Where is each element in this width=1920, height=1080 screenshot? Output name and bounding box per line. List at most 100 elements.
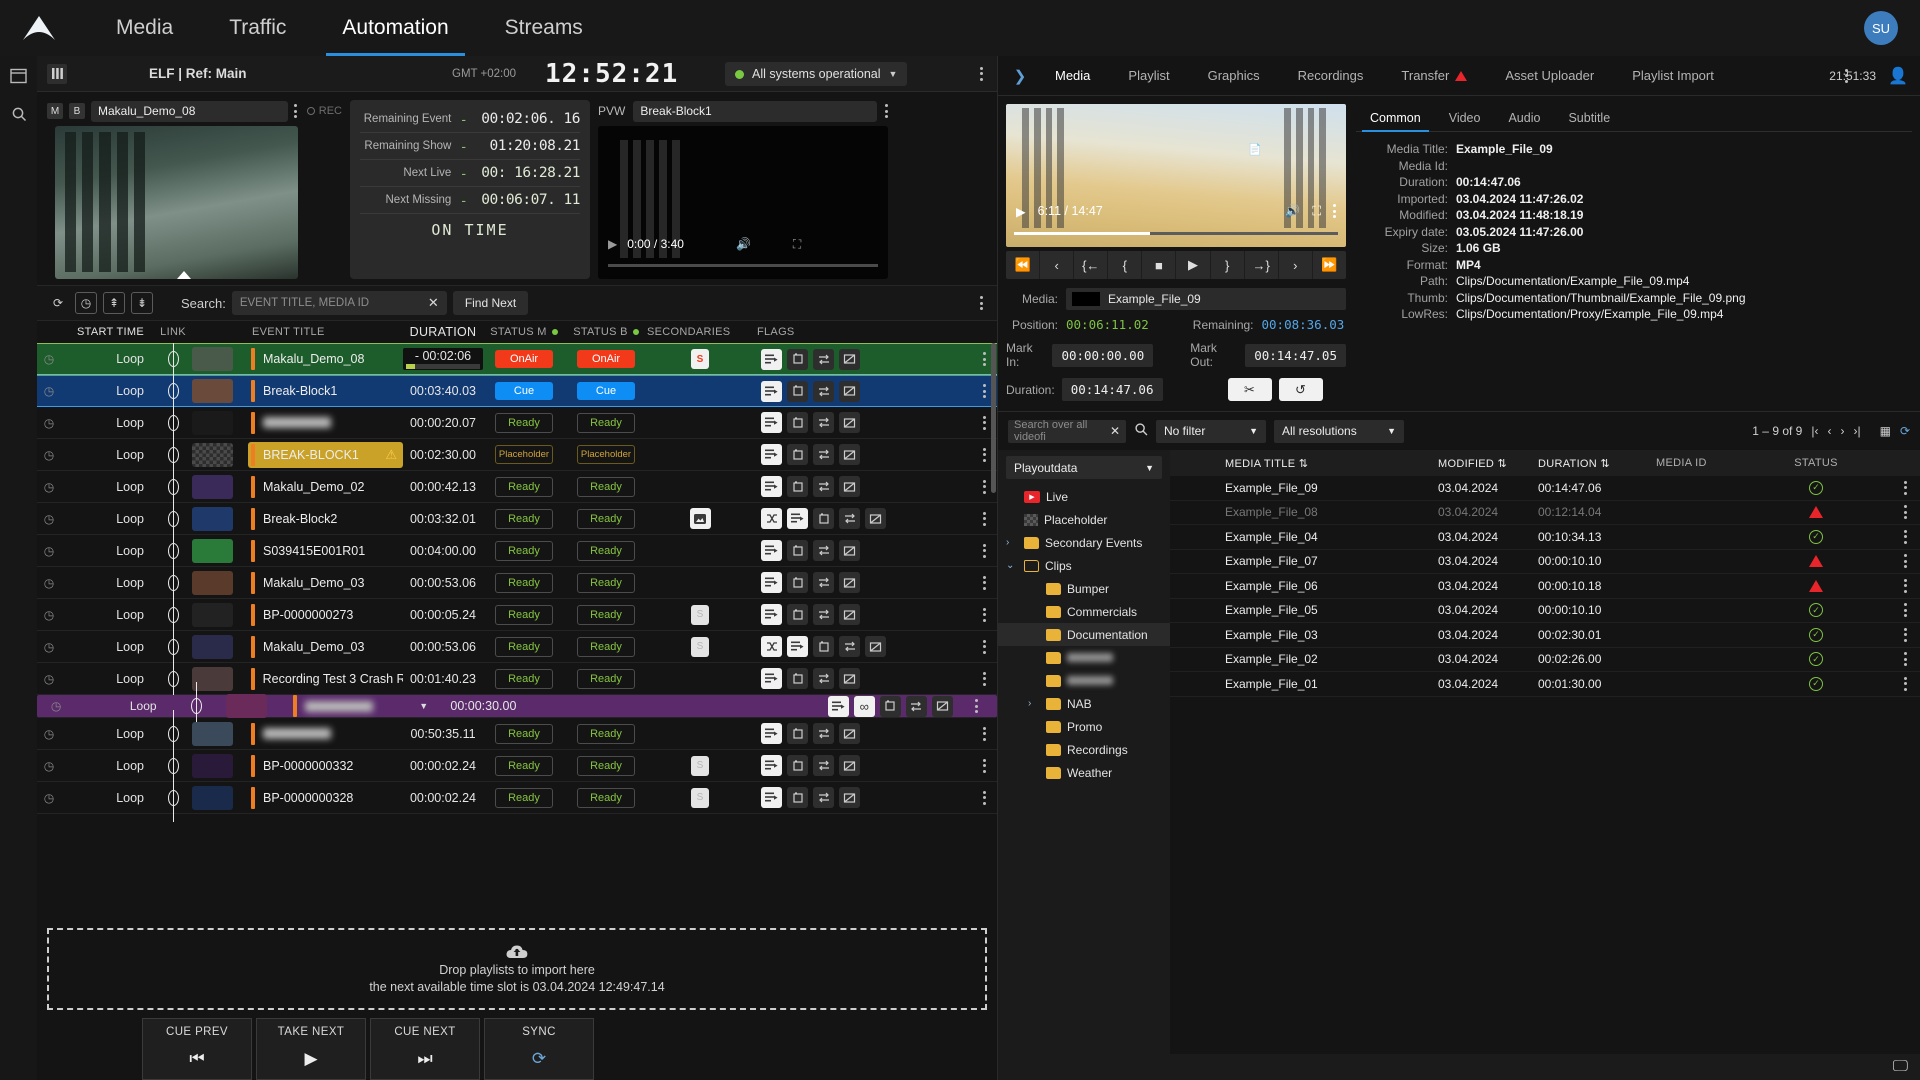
media-table-rows[interactable]: Example_File_09 03.04.2024 00:14:47.06 ✓… xyxy=(1170,476,1920,697)
row-link-node[interactable] xyxy=(154,526,192,575)
tree-node-promo[interactable]: Promo xyxy=(998,715,1170,738)
table-row[interactable]: ◷ Loop Makalu_Demo_03 00:00:53.06 Ready … xyxy=(37,622,997,671)
row-flags[interactable] xyxy=(753,444,971,465)
column-header-link[interactable]: LINK xyxy=(154,326,192,338)
media-table-row[interactable]: Example_File_06 03.04.2024 00:00:10.18 xyxy=(1170,574,1920,599)
row-thumbnail[interactable] xyxy=(192,410,248,435)
row-kebab[interactable] xyxy=(971,543,997,558)
pager-prev-icon[interactable]: ‹ xyxy=(1827,424,1831,438)
no-mute-icon[interactable] xyxy=(839,444,860,465)
row-clock-icon[interactable]: ◷ xyxy=(37,672,61,686)
row-status-b[interactable]: Ready xyxy=(565,668,647,689)
row-status-b[interactable]: Placeholder xyxy=(565,445,647,464)
row-link-node[interactable] xyxy=(154,343,192,383)
row-link-node[interactable] xyxy=(154,709,192,758)
row-thumbnail[interactable] xyxy=(192,666,248,691)
tree-node-recordings[interactable]: Recordings xyxy=(998,738,1170,761)
swap-icon[interactable] xyxy=(813,380,834,402)
row-secondaries[interactable]: S xyxy=(647,349,753,369)
column-header-duration[interactable]: DURATION xyxy=(403,325,483,339)
swap-icon[interactable] xyxy=(813,787,834,808)
row-flags[interactable] xyxy=(753,348,971,370)
row-status-b[interactable]: Ready xyxy=(565,604,647,625)
no-mute-icon[interactable] xyxy=(839,476,860,497)
player-kebab[interactable] xyxy=(1333,204,1336,218)
row-kebab[interactable] xyxy=(1890,554,1920,569)
infinity-icon[interactable]: ∞ xyxy=(853,695,875,717)
cue-prev-button[interactable]: CUE PREV ⏮ xyxy=(142,1018,252,1080)
repeat-icon[interactable] xyxy=(787,572,808,593)
pager-last-icon[interactable]: ›| xyxy=(1853,424,1860,438)
row-thumbnail[interactable] xyxy=(192,474,248,499)
row-thumbnail[interactable] xyxy=(192,538,248,563)
list-icon[interactable] xyxy=(761,787,782,808)
row-kebab[interactable] xyxy=(1890,480,1920,495)
list-icon[interactable] xyxy=(761,476,782,497)
tab-transfer[interactable]: Transfer xyxy=(1382,56,1486,96)
repeat-icon[interactable] xyxy=(787,787,808,808)
tree-node-secondary-events[interactable]: › Secondary Events xyxy=(998,531,1170,554)
row-clock-icon[interactable]: ◷ xyxy=(37,791,61,805)
row-link-node[interactable] xyxy=(154,741,192,790)
repeat-icon[interactable] xyxy=(787,604,808,625)
no-mute-icon[interactable] xyxy=(839,755,860,776)
tree-node-documentation[interactable]: Documentation xyxy=(998,623,1170,646)
row-flags[interactable] xyxy=(753,412,971,433)
swap-icon[interactable] xyxy=(813,348,834,370)
grid-view-icon[interactable]: ▦ xyxy=(1880,424,1891,438)
row-status-m[interactable]: Ready xyxy=(483,508,565,529)
row-flags[interactable] xyxy=(753,668,971,689)
player-transport-button-3[interactable]: { xyxy=(1108,251,1143,279)
search-input[interactable]: EVENT TITLE, MEDIA ID ✕ xyxy=(231,291,447,315)
row-kebab[interactable] xyxy=(971,575,997,590)
row-kebab[interactable] xyxy=(1890,652,1920,667)
player-transport-button-5[interactable]: ▶ xyxy=(1176,251,1211,279)
row-flags[interactable] xyxy=(753,787,971,808)
media-search-icon[interactable] xyxy=(1134,422,1148,441)
row-flags[interactable]: ∞ xyxy=(820,695,953,717)
tab-media[interactable]: Media xyxy=(1036,56,1109,96)
row-flags[interactable] xyxy=(753,572,971,593)
row-kebab[interactable] xyxy=(971,726,997,741)
row-link-node[interactable] xyxy=(154,654,192,703)
secondary-badge-s[interactable]: S xyxy=(691,349,709,369)
repeat-icon[interactable] xyxy=(787,348,808,370)
repeat-icon[interactable] xyxy=(787,444,808,465)
swap-icon[interactable] xyxy=(813,572,834,593)
swap-icon[interactable] xyxy=(813,723,834,744)
no-mute-icon[interactable] xyxy=(839,723,860,744)
swap-icon[interactable] xyxy=(813,444,834,465)
row-link-node[interactable] xyxy=(154,558,192,607)
program-kebab[interactable] xyxy=(293,104,297,118)
row-event-title-cell[interactable]: Makalu_Demo_08 xyxy=(248,343,403,375)
no-mute-icon[interactable] xyxy=(839,348,860,370)
row-secondaries[interactable]: S xyxy=(647,787,753,808)
no-mute-icon[interactable] xyxy=(931,695,953,717)
expand-chevron-icon[interactable]: ❯ xyxy=(1004,60,1036,92)
row-flags[interactable] xyxy=(753,508,971,529)
swap-icon[interactable] xyxy=(813,604,834,625)
tab-recordings[interactable]: Recordings xyxy=(1279,56,1383,96)
pager-first-icon[interactable]: |‹ xyxy=(1811,424,1818,438)
swap-icon[interactable] xyxy=(813,540,834,561)
table-row[interactable]: ◷ Loop BREAK-BLOCK1 ⚠ 00:02:30.00 Placeh… xyxy=(37,430,997,479)
row-event-title-cell[interactable] xyxy=(248,407,403,439)
row-kebab[interactable] xyxy=(971,511,997,526)
secondary-badge-s[interactable]: S xyxy=(691,787,709,808)
playlist-dropzone[interactable]: Drop playlists to import here the next a… xyxy=(47,928,987,1010)
row-kebab[interactable] xyxy=(971,671,997,686)
row-clock-icon[interactable]: ◷ xyxy=(37,727,61,741)
repeat-icon[interactable] xyxy=(879,695,901,717)
player-volume-icon[interactable]: 🔊 xyxy=(1285,204,1301,219)
media-table-row[interactable]: Example_File_09 03.04.2024 00:14:47.06 ✓ xyxy=(1170,476,1920,501)
refresh-icon[interactable]: ⟳ xyxy=(47,292,69,314)
swap-icon[interactable] xyxy=(839,636,860,657)
row-event-title-cell[interactable]: BREAK-BLOCK1 ⚠ xyxy=(248,441,403,468)
row-kebab[interactable] xyxy=(1890,529,1920,544)
row-status-b[interactable]: Ready xyxy=(565,636,647,657)
list-icon[interactable] xyxy=(787,636,808,657)
row-status-m[interactable]: Ready xyxy=(483,476,565,497)
meta-tab-audio[interactable]: Audio xyxy=(1494,104,1554,132)
swap-icon[interactable] xyxy=(839,508,860,529)
column-header-duration[interactable]: DURATION ⇅ xyxy=(1538,457,1656,470)
